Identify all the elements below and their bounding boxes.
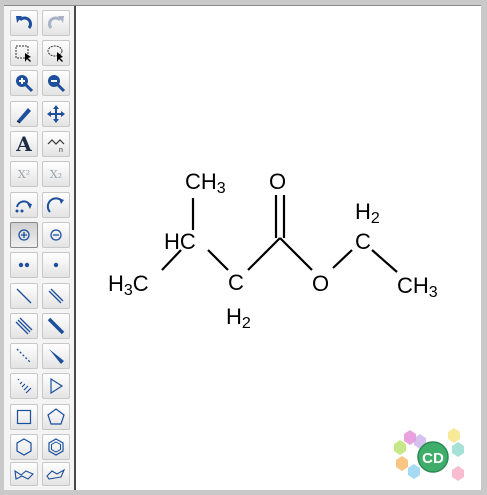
atom-ch3-top[interactable]: CH3 [185,171,226,197]
chemdoodle-logo-icon: CD [394,428,464,481]
svg-text:CD: CD [422,450,444,467]
atom-carbonyl-o[interactable]: O [269,171,286,193]
atom-h3c-left[interactable]: H3C [108,273,149,299]
atom-ethyl-h[interactable]: H2 [355,201,380,227]
bond-ch2-carbonyl-c [247,237,281,271]
bond-ch2-ch3 [371,249,398,273]
molecule-bonds [161,195,398,273]
atom-ester-o[interactable]: O [312,273,329,295]
atom-ch3-right[interactable]: CH3 [397,275,438,301]
atom-ch2-c[interactable]: C [228,272,244,294]
bond-o-ch2 [332,249,353,269]
atom-hc[interactable]: HC [164,231,196,253]
atom-ethyl-c[interactable]: C [355,231,371,253]
bond-carbonyl-c-o-single [279,237,313,271]
bond-hc-ch2 [207,249,229,271]
atom-ch2-h[interactable]: H2 [226,306,251,332]
